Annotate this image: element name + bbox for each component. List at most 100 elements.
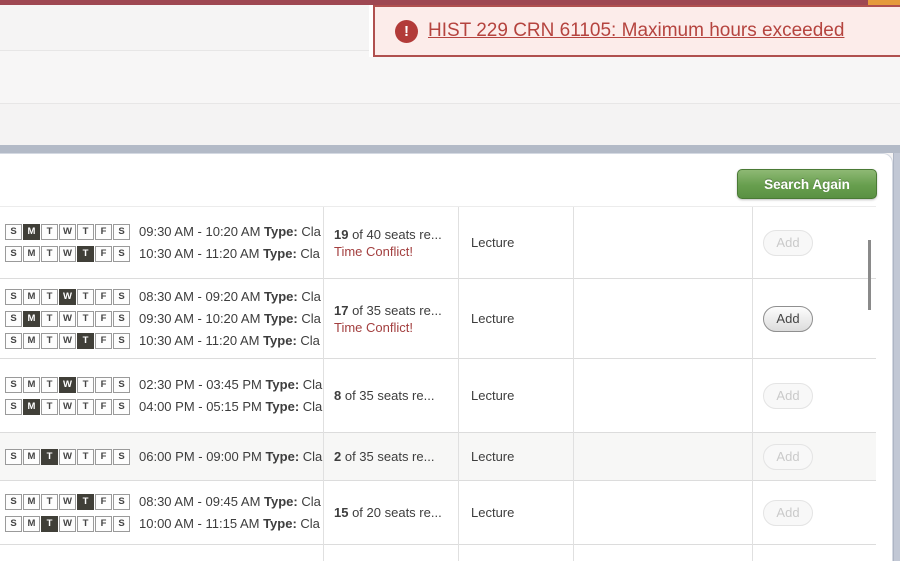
- day-box: M: [23, 516, 40, 532]
- notification-link[interactable]: HIST 229 CRN 61105: Maximum hours exceed…: [428, 20, 844, 42]
- day-box: S: [113, 377, 130, 393]
- schedule-type-cell: Lecture: [458, 433, 573, 480]
- day-box: M: [23, 494, 40, 510]
- schedule-type-label: Lecture: [471, 311, 573, 326]
- seats-count: 19: [334, 227, 348, 242]
- day-box: S: [113, 246, 130, 262]
- day-selector: SMTWTFS: [5, 289, 131, 305]
- day-box: S: [5, 333, 22, 349]
- registration-results-screen: Search Again SMTWTFS09:30 AM - 10:20 AM …: [0, 0, 900, 561]
- seats-remaining: 19 of 40 seats re...: [334, 226, 458, 243]
- day-box: T: [41, 246, 58, 262]
- day-selector: SMTWTFS: [5, 246, 131, 262]
- error-icon: !: [395, 20, 418, 43]
- meeting-line: SMTWTFS08:30 AM - 09:45 AM Type: Cla: [5, 494, 323, 510]
- seats-status-cell: 2 of 35 seats re...: [323, 433, 458, 480]
- day-box: T: [41, 289, 58, 305]
- meeting-line: SMTWTFS10:30 AM - 11:20 AM Type: Cla: [5, 333, 323, 349]
- time-conflict-label: Time Conflict!: [334, 319, 458, 336]
- day-box: S: [113, 289, 130, 305]
- day-box: T: [77, 516, 94, 532]
- meeting-line: SMTWTFS04:00 PM - 05:15 PM Type: Cla: [5, 399, 323, 415]
- schedule-type-cell: Lecture: [458, 481, 573, 544]
- meeting-schedule-cell: SMTWTFS08:30 AM - 09:45 AM Type: ClaSMTW…: [0, 481, 323, 544]
- add-cell: Add: [752, 359, 876, 432]
- day-box: S: [113, 399, 130, 415]
- add-cell: Add: [752, 207, 876, 278]
- day-box: S: [5, 449, 22, 465]
- add-button: Add: [763, 383, 813, 409]
- type-label: Type:: [264, 289, 298, 304]
- day-box: T: [41, 494, 58, 510]
- time-conflict-label: Time Conflict!: [334, 243, 458, 260]
- day-box: S: [5, 399, 22, 415]
- day-box: F: [95, 516, 112, 532]
- schedule-type-label: Lecture: [471, 235, 573, 250]
- day-box: F: [95, 377, 112, 393]
- seats-status-cell: 8 of 35 seats re...: [323, 359, 458, 432]
- day-box: S: [5, 246, 22, 262]
- day-box: W: [59, 311, 76, 327]
- meeting-schedule-cell: SMTWTFS08:30 AM - 09:20 AM Type: ClaSMTW…: [0, 279, 323, 358]
- status-cell-empty: [573, 279, 752, 358]
- day-box: T: [41, 224, 58, 240]
- day-box: W: [59, 224, 76, 240]
- day-box: S: [113, 449, 130, 465]
- add-button: Add: [763, 500, 813, 526]
- add-button[interactable]: Add: [763, 306, 813, 332]
- day-box: M: [23, 333, 40, 349]
- error-notification: ! HIST 229 CRN 61105: Maximum hours exce…: [373, 5, 900, 57]
- scrollbar-thumb[interactable]: [868, 240, 871, 310]
- meeting-time: 10:30 AM - 11:20 AM Type: Cla: [139, 333, 320, 348]
- day-box: S: [5, 289, 22, 305]
- type-label: Type:: [264, 224, 298, 239]
- seats-count: 15: [334, 505, 348, 520]
- day-selector: SMTWTFS: [5, 377, 131, 393]
- day-box: T: [77, 377, 94, 393]
- day-box: F: [95, 311, 112, 327]
- add-cell: Add: [752, 481, 876, 544]
- day-box: S: [5, 377, 22, 393]
- day-box-selected: W: [59, 377, 76, 393]
- day-box: F: [95, 494, 112, 510]
- day-box: T: [41, 311, 58, 327]
- type-label: Type:: [265, 399, 299, 414]
- day-selector: SMTWTFS: [5, 399, 131, 415]
- meeting-time: 09:30 AM - 10:20 AM Type: Cla: [139, 311, 321, 326]
- day-box: M: [23, 246, 40, 262]
- meeting-time: 06:00 PM - 09:00 PM Type: Cla: [139, 449, 322, 464]
- day-box: F: [95, 246, 112, 262]
- meeting-line: SMTWTFS10:30 AM - 11:20 AM Type: Cla: [5, 246, 323, 262]
- status-cell-empty: [573, 481, 752, 544]
- day-box-selected: T: [41, 449, 58, 465]
- day-box-selected: T: [77, 246, 94, 262]
- schedule-type-label: Lecture: [471, 505, 573, 520]
- type-label: Type:: [264, 494, 298, 509]
- type-label: Type:: [263, 516, 297, 531]
- type-label: Type:: [264, 311, 298, 326]
- status-cell-empty: [573, 359, 752, 432]
- day-box-selected: M: [23, 399, 40, 415]
- day-selector: SMTWTFS: [5, 311, 131, 327]
- search-again-button[interactable]: Search Again: [737, 169, 877, 199]
- day-box: F: [95, 289, 112, 305]
- meeting-schedule-cell: SMTWTFS09:30 AM - 10:20 AM Type: ClaSMTW…: [0, 207, 323, 278]
- result-row: SMTWTFS08:30 AM - 09:20 AM Type: ClaSMTW…: [0, 279, 876, 359]
- meeting-time: 08:30 AM - 09:20 AM Type: Cla: [139, 289, 321, 304]
- search-results-panel: Search Again SMTWTFS09:30 AM - 10:20 AM …: [0, 153, 893, 561]
- seats-count: 2: [334, 449, 341, 464]
- meeting-line: SMTWTFS09:30 AM - 10:20 AM Type: Cla: [5, 224, 323, 240]
- meeting-schedule-cell: SMTWTFS02:30 PM - 03:45 PM Type: ClaSMTW…: [0, 359, 323, 432]
- day-box: S: [113, 224, 130, 240]
- schedule-type-label: Lecture: [471, 449, 573, 464]
- day-box-selected: M: [23, 224, 40, 240]
- seats-status-cell: 17 of 35 seats re...Time Conflict!: [323, 279, 458, 358]
- seats-remaining: 2 of 35 seats re...: [334, 448, 458, 465]
- add-cell: Add: [752, 279, 876, 358]
- day-box-selected: T: [41, 516, 58, 532]
- header-strip-3: [0, 104, 900, 145]
- day-box: F: [95, 449, 112, 465]
- seats-count: 8: [334, 388, 341, 403]
- meeting-time: 09:30 AM - 10:20 AM Type: Cla: [139, 224, 321, 239]
- day-box: T: [77, 449, 94, 465]
